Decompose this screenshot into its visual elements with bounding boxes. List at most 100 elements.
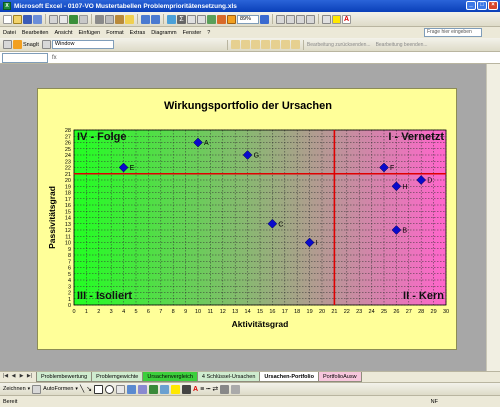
print-icon[interactable]: [49, 14, 58, 24]
review-icon[interactable]: [240, 40, 250, 49]
menu-item-fenster[interactable]: Fenster: [183, 30, 202, 36]
rectangle-icon[interactable]: [94, 384, 104, 394]
y-tick-label: 17: [65, 197, 71, 203]
hyperlink-icon[interactable]: [167, 14, 176, 24]
tab-schluessel-ursachen[interactable]: 4 Schlüssel-Ursachen: [196, 372, 261, 382]
chart-area[interactable]: Wirkungsportfolio der Ursachen 012345678…: [37, 88, 457, 350]
menu-item-bearbeiten[interactable]: Bearbeiten: [22, 30, 49, 36]
snagit-toolbar: SnagIt Window Bearbeitung zurücksenden..…: [0, 38, 500, 52]
last-sheet-icon[interactable]: ▶|: [26, 372, 33, 380]
cut-icon[interactable]: [95, 14, 104, 24]
new-file-icon[interactable]: [3, 14, 12, 24]
menu-item-datei[interactable]: Datei: [3, 30, 16, 36]
paste-icon[interactable]: [115, 14, 124, 24]
print-preview-icon[interactable]: [59, 14, 68, 24]
undo-icon[interactable]: [141, 14, 150, 24]
spelling-icon[interactable]: [69, 14, 78, 24]
review-icon[interactable]: [270, 40, 280, 49]
autoshapes-menu-button[interactable]: AutoFormen: [43, 386, 73, 392]
excel-icon[interactable]: X: [3, 2, 11, 10]
open-folder-icon[interactable]: [13, 14, 22, 24]
permission-icon[interactable]: [33, 14, 42, 24]
portfolio-chart[interactable]: Wirkungsportfolio der Ursachen 012345678…: [38, 89, 458, 351]
menu-item-format[interactable]: Format: [106, 30, 123, 36]
sort-ascending-icon[interactable]: [187, 14, 196, 24]
help-search-input[interactable]: Frage hier eingeben: [424, 28, 482, 37]
textbox-icon[interactable]: [116, 384, 126, 394]
snagit-capture-icon[interactable]: [227, 14, 236, 24]
chevron-down-icon[interactable]: ▾: [75, 386, 78, 392]
chevron-down-icon[interactable]: ▾: [28, 386, 31, 392]
toolbar-separator: [163, 14, 164, 24]
select-objects-icon[interactable]: [32, 384, 42, 394]
font-color-icon[interactable]: A: [342, 14, 351, 24]
line-style-icon[interactable]: ≡: [200, 386, 204, 393]
align-right-icon[interactable]: [296, 14, 305, 24]
zoom-select[interactable]: 89%: [237, 14, 259, 24]
diagram-icon[interactable]: [138, 384, 148, 394]
fill-color-icon[interactable]: [332, 14, 341, 24]
sort-descending-icon[interactable]: [197, 14, 206, 24]
line-color-icon[interactable]: [182, 384, 192, 394]
align-center-icon[interactable]: [286, 14, 295, 24]
fx-icon[interactable]: fx: [52, 55, 57, 61]
arrow-icon[interactable]: ↘: [86, 385, 92, 393]
menu-item-help[interactable]: ?: [207, 30, 210, 36]
chart-wizard-icon[interactable]: [207, 14, 216, 24]
review-icon[interactable]: [230, 40, 240, 49]
snagit-icon[interactable]: [13, 40, 22, 49]
snagit-options-icon[interactable]: [41, 40, 51, 49]
snagit-label[interactable]: SnagIt: [23, 42, 39, 48]
tab-ursachenvergleich[interactable]: Ursachenvergleich: [142, 372, 198, 382]
dash-style-icon[interactable]: ┅: [206, 385, 210, 393]
maximize-button[interactable]: □: [477, 1, 487, 10]
close-button[interactable]: ×: [488, 1, 498, 10]
review-icon[interactable]: [290, 40, 300, 49]
menu-item-diagramm[interactable]: Diagramm: [151, 30, 176, 36]
chart-title: Wirkungsportfolio der Ursachen: [164, 100, 332, 112]
prev-sheet-icon[interactable]: ◀: [10, 372, 17, 380]
research-icon[interactable]: [79, 14, 88, 24]
borders-icon[interactable]: [322, 14, 331, 24]
review-reply-button[interactable]: Bearbeitung zurücksenden...: [307, 42, 371, 48]
save-icon[interactable]: [23, 14, 32, 24]
arrow-style-icon[interactable]: ⇄: [212, 385, 218, 393]
line-icon[interactable]: ╲: [80, 385, 84, 393]
review-icon[interactable]: [260, 40, 270, 49]
format-painter-icon[interactable]: [125, 14, 134, 24]
tab-portfolioausw[interactable]: PortfolioAusw: [317, 372, 362, 382]
tab-problembewertung[interactable]: Problembewertung: [36, 372, 93, 382]
align-left-icon[interactable]: [276, 14, 285, 24]
shadow-icon[interactable]: [220, 384, 230, 394]
minimize-button[interactable]: _: [466, 1, 476, 10]
tab-problemgewichte[interactable]: Problemgewichte: [91, 372, 144, 382]
name-box[interactable]: [2, 52, 48, 63]
fill-color-icon[interactable]: [171, 384, 181, 394]
menu-item-ansicht[interactable]: Ansicht: [54, 30, 72, 36]
vertical-scrollbar[interactable]: [486, 64, 500, 371]
tab-ursachen-portfolio[interactable]: Ursachen-Portfolio: [259, 372, 319, 382]
insert-picture-icon[interactable]: [160, 384, 170, 394]
y-tick-label: 5: [68, 272, 71, 278]
review-icon[interactable]: [280, 40, 290, 49]
merge-cells-icon[interactable]: [306, 14, 315, 24]
font-color-icon[interactable]: A: [193, 386, 198, 393]
review-end-button[interactable]: Bearbeitung beenden...: [376, 42, 428, 48]
menu-item-einfuegen[interactable]: Einfügen: [79, 30, 101, 36]
first-sheet-icon[interactable]: |◀: [2, 372, 9, 380]
drawing-icon[interactable]: [217, 14, 226, 24]
snagit-target-select[interactable]: Window: [51, 40, 114, 49]
clipart-icon[interactable]: [149, 384, 159, 394]
autosum-icon[interactable]: Σ: [177, 14, 186, 24]
help-icon[interactable]: [260, 14, 269, 24]
review-icon[interactable]: [250, 40, 260, 49]
draw-menu-button[interactable]: Zeichnen: [3, 386, 26, 392]
redo-icon[interactable]: [151, 14, 160, 24]
next-sheet-icon[interactable]: ▶: [18, 372, 25, 380]
menu-item-extras[interactable]: Extras: [130, 30, 146, 36]
copy-icon[interactable]: [105, 14, 114, 24]
wordart-icon[interactable]: [127, 384, 137, 394]
oval-icon[interactable]: [105, 384, 115, 394]
y-tick-label: 9: [68, 247, 71, 253]
3d-icon[interactable]: [231, 384, 241, 394]
